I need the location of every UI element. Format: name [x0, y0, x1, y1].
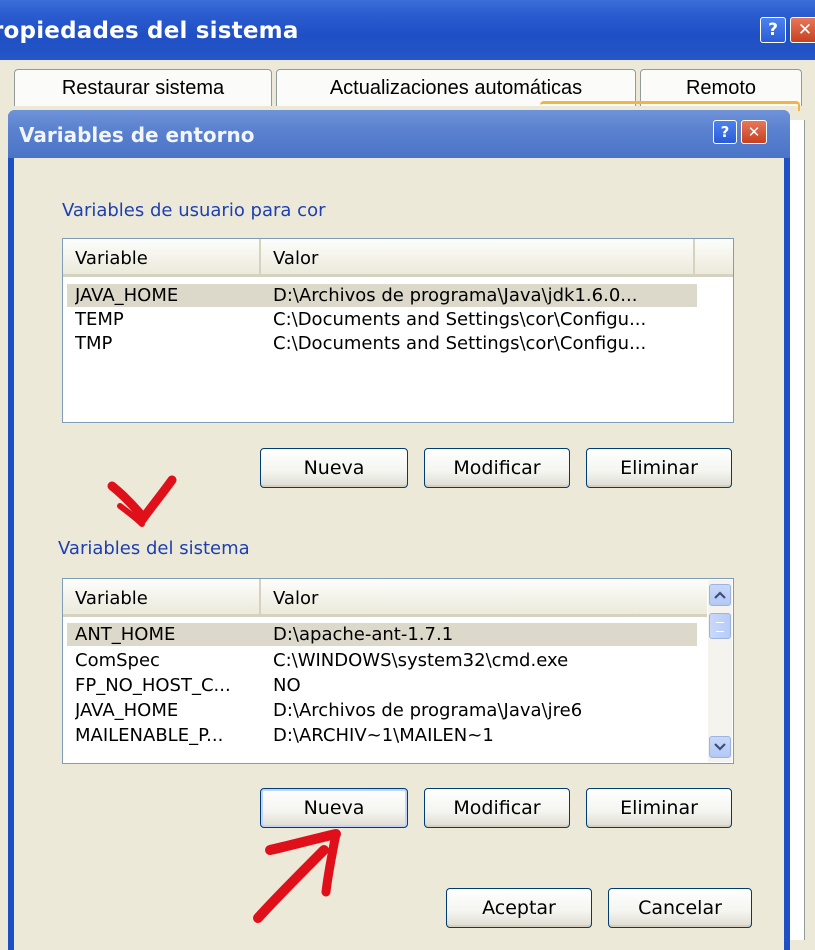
column-header-variable[interactable]: Variable: [63, 239, 261, 277]
column-header-label: Variable: [75, 247, 148, 269]
button-label: Cancelar: [638, 897, 722, 919]
button-label: Eliminar: [620, 797, 698, 819]
dialog-title: Variables de entorno: [19, 123, 255, 147]
chevron-up-icon: [714, 591, 726, 599]
system-list-scrollbar[interactable]: [708, 580, 732, 762]
row-valor: D:\apache-ant-1.7.1: [273, 624, 454, 645]
column-header-valor[interactable]: Valor: [261, 239, 695, 277]
row-variable: JAVA_HOME: [75, 285, 179, 306]
table-row[interactable]: MAILENABLE_P... D:\ARCHIV~1\MAILEN~1: [67, 724, 697, 747]
system-variables-list[interactable]: Variable Valor ANT_HOME D:\apache-ant-1.…: [62, 578, 734, 764]
row-variable: TMP: [75, 333, 113, 354]
cancel-button[interactable]: Cancelar: [608, 888, 752, 928]
row-variable: ComSpec: [75, 650, 160, 671]
table-row[interactable]: JAVA_HOME D:\Archivos de programa\Java\j…: [67, 284, 697, 307]
help-icon: ?: [768, 20, 778, 40]
button-label: Aceptar: [482, 897, 556, 919]
dialog-close-button[interactable]: ✕: [741, 120, 767, 144]
table-row[interactable]: TEMP C:\Documents and Settings\cor\Confi…: [67, 308, 697, 331]
column-header-variable[interactable]: Variable: [63, 579, 261, 617]
user-variables-label: Variables de usuario para cor: [62, 200, 326, 221]
row-valor: D:\ARCHIV~1\MAILEN~1: [273, 725, 494, 746]
outer-window-title: ropiedades del sistema: [0, 18, 299, 44]
row-valor: C:\Documents and Settings\cor\Configu...: [273, 333, 647, 354]
system-edit-button[interactable]: Modificar: [424, 788, 570, 828]
row-variable: JAVA_HOME: [75, 700, 179, 721]
outer-title-bar[interactable]: ropiedades del sistema: [0, 0, 815, 60]
row-valor: C:\WINDOWS\system32\cmd.exe: [273, 650, 569, 671]
column-header-label: Valor: [273, 247, 319, 269]
tab-restaurar-sistema[interactable]: Restaurar sistema: [14, 69, 272, 106]
button-label: Eliminar: [620, 457, 698, 479]
list-header: Variable Valor: [63, 239, 733, 277]
accept-button[interactable]: Aceptar: [446, 888, 592, 928]
help-icon: ?: [720, 123, 730, 141]
system-variables-label: Variables del sistema: [58, 538, 250, 559]
table-row[interactable]: JAVA_HOME D:\Archivos de programa\Java\j…: [67, 699, 697, 722]
button-label: Modificar: [453, 457, 541, 479]
tab-label: Remoto: [685, 76, 757, 99]
user-delete-button[interactable]: Eliminar: [586, 448, 732, 488]
row-variable: TEMP: [75, 309, 124, 330]
user-new-button[interactable]: Nueva: [260, 448, 408, 488]
table-row[interactable]: ANT_HOME D:\apache-ant-1.7.1: [67, 623, 697, 646]
table-row[interactable]: FP_NO_HOST_C... NO: [67, 674, 697, 697]
row-valor: D:\Archivos de programa\Java\jdk1.6.0...: [273, 285, 638, 306]
table-row[interactable]: ComSpec C:\WINDOWS\system32\cmd.exe: [67, 649, 697, 672]
list-header: Variable Valor: [63, 579, 707, 617]
table-row[interactable]: TMP C:\Documents and Settings\cor\Config…: [67, 332, 697, 355]
button-label: Nueva: [303, 457, 365, 479]
scroll-thumb[interactable]: [709, 613, 731, 639]
row-variable: FP_NO_HOST_C...: [75, 675, 231, 696]
scroll-down-button[interactable]: [709, 736, 731, 758]
column-header-label: Valor: [273, 587, 319, 609]
close-icon: ✕: [747, 123, 761, 141]
tab-label: Restaurar sistema: [61, 76, 225, 99]
system-delete-button[interactable]: Eliminar: [586, 788, 732, 828]
row-valor: NO: [273, 675, 301, 696]
button-label: Nueva: [303, 797, 365, 819]
user-variables-list[interactable]: Variable Valor JAVA_HOME D:\Archivos de …: [62, 238, 734, 423]
column-header-label: Variable: [75, 587, 148, 609]
user-edit-button[interactable]: Modificar: [424, 448, 570, 488]
column-header-valor[interactable]: Valor: [261, 579, 697, 617]
row-variable: MAILENABLE_P...: [75, 725, 224, 746]
row-variable: ANT_HOME: [75, 624, 176, 645]
chevron-down-icon: [714, 743, 726, 751]
outer-help-button[interactable]: ?: [760, 17, 786, 43]
button-label: Modificar: [453, 797, 541, 819]
row-valor: C:\Documents and Settings\cor\Configu...: [273, 309, 647, 330]
system-new-button[interactable]: Nueva: [260, 788, 408, 828]
tab-label: Actualizaciones automáticas: [329, 76, 583, 99]
close-icon: ✕: [797, 20, 813, 40]
dialog-help-button[interactable]: ?: [713, 120, 737, 144]
scroll-up-button[interactable]: [709, 584, 731, 606]
outer-close-button[interactable]: ✕: [790, 17, 815, 43]
row-valor: D:\Archivos de programa\Java\jre6: [273, 700, 583, 721]
